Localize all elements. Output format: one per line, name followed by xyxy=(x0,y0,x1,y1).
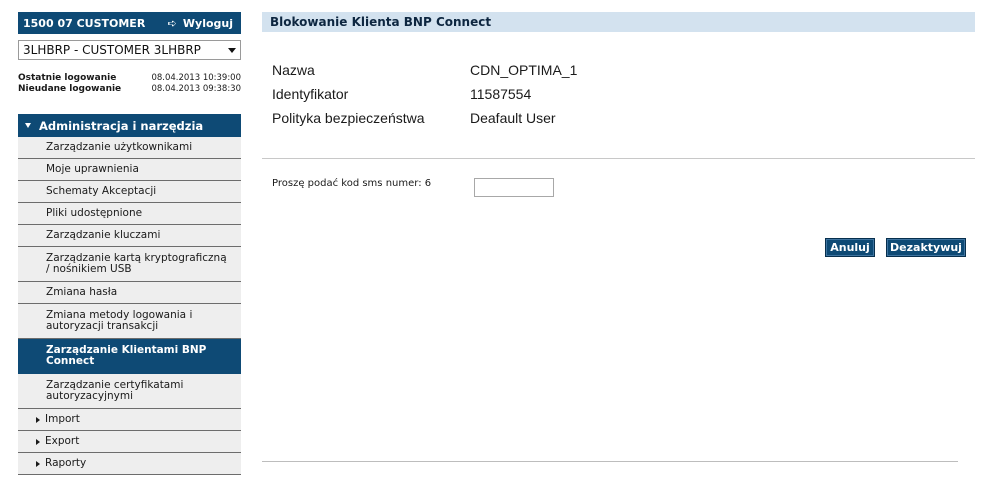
customer-id: 1500 07 CUSTOMER xyxy=(23,16,146,30)
menu-item-crypto-card[interactable]: Zarządzanie kartą kryptograficzną / nośn… xyxy=(18,247,241,282)
menu-item-label: Zmiana metody logowania i autoryzacji tr… xyxy=(46,309,193,332)
last-login-row: Ostatnie logowanie 08.04.2013 10:39:00 xyxy=(18,73,241,84)
chevron-down-icon xyxy=(228,47,236,53)
customer-header: 1500 07 CUSTOMER ➪ Wyloguj xyxy=(18,12,241,34)
info-row-identifier: Identyfikator 11587554 xyxy=(272,86,577,110)
menu-group-export[interactable]: Export xyxy=(18,431,241,453)
logout-button[interactable]: ➪ Wyloguj xyxy=(168,17,233,30)
customer-select[interactable]: 3LHBRP - CUSTOMER 3LHBRP xyxy=(18,40,241,60)
menu-item-label: Zarządzanie Klientami BNP Connect xyxy=(46,344,207,367)
policy-label: Polityka bezpieczeństwa xyxy=(272,110,425,126)
policy-value: Deafault User xyxy=(470,110,556,126)
left-panel: 1500 07 CUSTOMER ➪ Wyloguj 3LHBRP - CUST… xyxy=(18,12,241,475)
footer-divider xyxy=(262,461,958,462)
page-title: Blokowanie Klienta BNP Connect xyxy=(270,15,492,29)
menu-group-label: Raporty xyxy=(45,457,87,469)
logout-arrow-icon: ➪ xyxy=(167,16,177,30)
menu-item-shared-files[interactable]: Pliki udostępnione xyxy=(18,203,241,225)
menu-item-label: Moje uprawnienia xyxy=(46,163,139,175)
client-info: Nazwa CDN_OPTIMA_1 Identyfikator 1158755… xyxy=(272,62,577,134)
identifier-label: Identyfikator xyxy=(272,86,349,102)
cancel-button[interactable]: Anuluj xyxy=(825,238,875,257)
login-info: Ostatnie logowanie 08.04.2013 10:39:00 N… xyxy=(18,73,241,95)
divider xyxy=(262,158,975,159)
info-row-policy: Polityka bezpieczeństwa Deafault User xyxy=(272,110,577,134)
menu-group-reports[interactable]: Raporty xyxy=(18,453,241,475)
menu-group-import[interactable]: Import xyxy=(18,409,241,431)
caret-right-icon xyxy=(36,438,40,445)
menu-group-label: Export xyxy=(45,435,80,447)
info-row-name: Nazwa CDN_OPTIMA_1 xyxy=(272,62,577,86)
sms-code-label: Proszę podać kod sms numer: 6 xyxy=(272,178,432,189)
sms-code-input[interactable] xyxy=(474,178,554,197)
menu-section-admin[interactable]: Administracja i narzędzia xyxy=(18,114,241,137)
menu-item-bnp-connect-clients[interactable]: Zarządzanie Klientami BNP Connect xyxy=(18,339,241,374)
logout-label: Wyloguj xyxy=(182,16,233,30)
menu-item-label: Pliki udostępnione xyxy=(46,207,143,219)
menu-section-title: Administracja i narzędzia xyxy=(39,118,204,133)
menu-item-label: Zarządzanie użytkownikami xyxy=(46,141,193,153)
menu-item-users[interactable]: Zarządzanie użytkownikami xyxy=(18,137,241,159)
menu-item-label: Zarządzanie kartą kryptograficzną / nośn… xyxy=(46,252,227,275)
deactivate-button[interactable]: Dezaktywuj xyxy=(886,238,966,257)
menu-item-login-method[interactable]: Zmiana metody logowania i autoryzacji tr… xyxy=(18,304,241,339)
caret-right-icon xyxy=(36,460,40,467)
name-label: Nazwa xyxy=(272,62,315,78)
customer-select-value: 3LHBRP - CUSTOMER 3LHBRP xyxy=(23,43,201,57)
menu-item-label: Schematy Akceptacji xyxy=(46,185,157,197)
menu-item-acceptance-schemes[interactable]: Schematy Akceptacji xyxy=(18,181,241,203)
last-login-label: Ostatnie logowanie xyxy=(18,73,117,83)
menu-item-label: Zmiana hasła xyxy=(46,286,118,298)
page-title-bar: Blokowanie Klienta BNP Connect xyxy=(262,12,975,32)
failed-login-row: Nieudane logowanie 08.04.2013 09:38:30 xyxy=(18,84,241,95)
menu-item-my-permissions[interactable]: Moje uprawnienia xyxy=(18,159,241,181)
main-panel: Blokowanie Klienta BNP Connect Nazwa CDN… xyxy=(262,12,975,472)
caret-right-icon xyxy=(36,416,40,423)
failed-login-value: 08.04.2013 09:38:30 xyxy=(151,84,241,94)
menu-item-certificates[interactable]: Zarządzanie certyfikatami autoryzacyjnym… xyxy=(18,374,241,409)
identifier-value: 11587554 xyxy=(470,86,532,102)
caret-down-icon xyxy=(25,123,31,128)
menu-group-label: Import xyxy=(45,413,80,425)
name-value: CDN_OPTIMA_1 xyxy=(470,62,578,78)
last-login-value: 08.04.2013 10:39:00 xyxy=(151,73,241,83)
menu-item-keys[interactable]: Zarządzanie kluczami xyxy=(18,225,241,247)
menu-item-label: Zarządzanie kluczami xyxy=(46,229,161,241)
menu-item-change-password[interactable]: Zmiana hasła xyxy=(18,282,241,304)
failed-login-label: Nieudane logowanie xyxy=(18,84,122,94)
menu-item-label: Zarządzanie certyfikatami autoryzacyjnym… xyxy=(46,379,184,402)
